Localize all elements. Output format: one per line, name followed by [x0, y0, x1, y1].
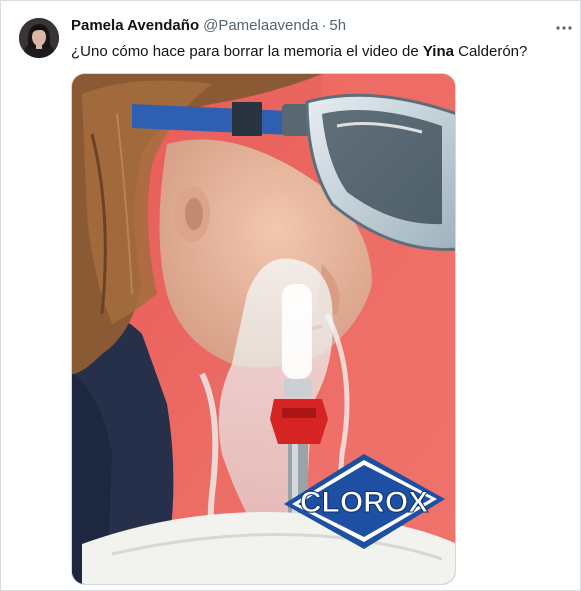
tweet-media-image[interactable]: CLOROX: [71, 73, 456, 585]
tweet-card[interactable]: Pamela Avendaño @Pamelaavenda · 5h ¿Uno …: [0, 0, 581, 591]
more-options-button[interactable]: [555, 19, 573, 37]
separator-dot: ·: [321, 17, 327, 34]
more-options-icon: [556, 26, 572, 30]
tweet-header: Pamela Avendaño @Pamelaavenda · 5h: [71, 17, 346, 37]
avatar[interactable]: [19, 18, 59, 58]
tweet-text: ¿Uno cómo hace para borrar la memoria el…: [71, 42, 561, 62]
author-name[interactable]: Pamela Avendaño: [71, 17, 199, 34]
avatar-image: [19, 18, 59, 58]
tweet-text-part: ¿Uno cómo hace para borrar la memoria el…: [71, 43, 423, 60]
clorox-logo-text: CLOROX: [300, 486, 428, 519]
tweet-text-bold: Yina: [422, 43, 454, 60]
meme-image: CLOROX: [72, 74, 455, 584]
tweet-text-end: Calderón?: [453, 43, 528, 60]
timestamp[interactable]: 5h: [329, 17, 346, 34]
author-handle[interactable]: @Pamelaavenda: [203, 17, 318, 34]
